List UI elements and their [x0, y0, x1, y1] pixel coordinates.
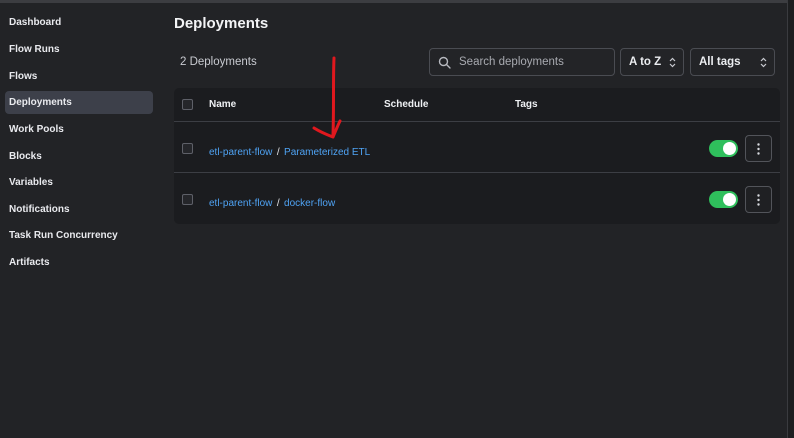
- kebab-menu-icon: [757, 194, 760, 206]
- row-menu-button[interactable]: [745, 186, 772, 213]
- deployment-active-toggle[interactable]: [709, 191, 738, 208]
- sidebar-item-variables[interactable]: Variables: [5, 171, 153, 194]
- toggle-knob: [723, 142, 736, 155]
- tags-filter-value: All tags: [699, 56, 741, 68]
- deployment-count: 2 Deployments: [180, 56, 257, 68]
- toggle-knob: [723, 193, 736, 206]
- chevron-up-down-icon: [669, 57, 676, 68]
- sidebar-item-dashboard[interactable]: Dashboard: [5, 11, 153, 34]
- window-scrollbar[interactable]: [787, 0, 794, 438]
- sidebar-item-flows[interactable]: Flows: [5, 65, 153, 88]
- sort-select[interactable]: A to Z: [620, 48, 684, 76]
- sidebar-item-notifications[interactable]: Notifications: [5, 198, 153, 221]
- sidebar-item-deployments[interactable]: Deployments: [5, 91, 153, 114]
- row-checkbox[interactable]: [182, 194, 193, 205]
- tags-filter-select[interactable]: All tags: [690, 48, 775, 76]
- kebab-menu-icon: [757, 143, 760, 155]
- deployment-name: etl-parent-flow / Parameterized ETL: [209, 142, 370, 160]
- deployment-link[interactable]: Parameterized ETL: [284, 147, 370, 158]
- table-row: etl-parent-flow / Parameterized ETL: [174, 122, 780, 173]
- search-box[interactable]: [429, 48, 615, 76]
- column-header-schedule[interactable]: Schedule: [384, 99, 428, 110]
- sidebar-item-artifacts[interactable]: Artifacts: [5, 251, 153, 274]
- chevron-up-down-icon: [760, 57, 767, 68]
- page-title: Deployments: [174, 15, 269, 32]
- column-header-name[interactable]: Name: [209, 99, 236, 110]
- flow-link[interactable]: etl-parent-flow: [209, 147, 272, 158]
- search-input[interactable]: [459, 56, 609, 68]
- flow-link[interactable]: etl-parent-flow: [209, 198, 272, 209]
- row-menu-button[interactable]: [745, 135, 772, 162]
- sidebar: Dashboard Flow Runs Flows Deployments Wo…: [0, 0, 160, 438]
- sidebar-item-task-run-concurrency[interactable]: Task Run Concurrency: [5, 224, 153, 247]
- deployment-active-toggle[interactable]: [709, 140, 738, 157]
- deployments-table: Name Schedule Tags etl-parent-flow / Par…: [174, 88, 780, 224]
- sidebar-item-blocks[interactable]: Blocks: [5, 145, 153, 168]
- row-checkbox[interactable]: [182, 143, 193, 154]
- deployment-name: etl-parent-flow / docker-flow: [209, 193, 335, 211]
- table-header: Name Schedule Tags: [174, 88, 780, 122]
- name-separator: /: [276, 147, 280, 158]
- search-icon: [438, 56, 451, 69]
- deployment-link[interactable]: docker-flow: [284, 198, 335, 209]
- table-row: etl-parent-flow / docker-flow: [174, 174, 780, 224]
- sidebar-item-work-pools[interactable]: Work Pools: [5, 118, 153, 141]
- sidebar-item-flow-runs[interactable]: Flow Runs: [5, 38, 153, 61]
- column-header-tags[interactable]: Tags: [515, 99, 538, 110]
- select-all-checkbox[interactable]: [182, 99, 193, 110]
- sort-select-value: A to Z: [629, 56, 662, 68]
- name-separator: /: [276, 198, 280, 209]
